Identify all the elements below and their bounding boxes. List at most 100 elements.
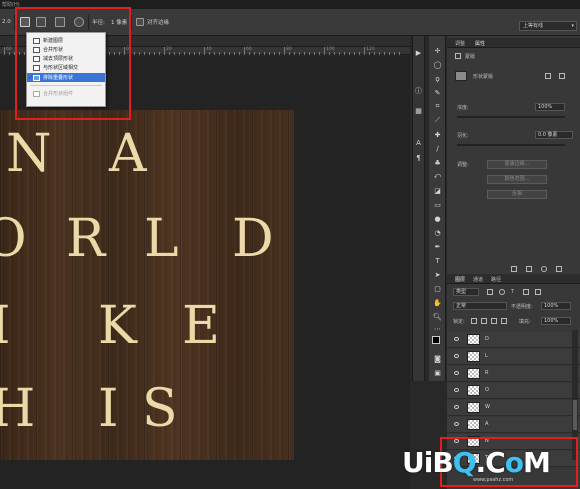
- eye-icon[interactable]: [454, 354, 459, 358]
- invert-button[interactable]: 反相: [487, 190, 547, 199]
- opacity-label: 不透明度:: [511, 304, 533, 310]
- density-input[interactable]: 100%: [535, 103, 565, 111]
- mask-thumbnail[interactable]: [455, 71, 467, 81]
- history-brush-icon[interactable]: ⤺: [433, 172, 442, 181]
- history-icon[interactable]: ▶: [414, 48, 423, 57]
- zoom-tool-icon[interactable]: 🔍︎: [433, 312, 442, 321]
- more-tools-icon[interactable]: ⋯: [433, 324, 442, 333]
- layers-scrollbar-thumb[interactable]: [573, 400, 577, 430]
- crop-tool-icon[interactable]: ⌗: [433, 102, 442, 111]
- move-tool-icon[interactable]: ✢: [433, 46, 442, 55]
- healing-tool-icon[interactable]: ✚: [433, 130, 442, 139]
- pixel-mask-icon[interactable]: [545, 73, 551, 79]
- quick-mask-icon[interactable]: ◙: [433, 354, 442, 363]
- blend-mode-select[interactable]: 正常: [453, 302, 507, 310]
- apply-mask-icon[interactable]: [526, 266, 532, 272]
- layer-row[interactable]: L: [447, 349, 580, 365]
- layer-row[interactable]: R: [447, 366, 580, 382]
- lock-all-icon[interactable]: [501, 318, 507, 324]
- stamp-tool-icon[interactable]: ♣: [433, 158, 442, 167]
- pen-tool-icon[interactable]: ✒: [433, 242, 442, 251]
- ruler-tick: [254, 52, 255, 55]
- layer-row[interactable]: A: [447, 417, 580, 433]
- brush-tool-icon[interactable]: ∕: [433, 144, 442, 153]
- menu-item-label: 合并形状: [43, 47, 64, 53]
- load-selection-icon[interactable]: [511, 266, 517, 272]
- mask-edge-button[interactable]: 蒙版边缘...: [487, 160, 547, 169]
- feather-slider[interactable]: [457, 144, 565, 146]
- info-icon[interactable]: ⓘ: [414, 86, 423, 95]
- path-operations-menu: 新建图层 合并形状 减去顶层形状 与形状区域相交 ✓ 排除重叠形状 合并形状组件: [26, 32, 106, 107]
- filter-shape-icon[interactable]: [523, 289, 529, 295]
- eye-icon[interactable]: [454, 371, 459, 375]
- marquee-tool-icon[interactable]: ◯: [433, 60, 442, 69]
- menu-item-intersect[interactable]: 与形状区域相交: [27, 63, 105, 72]
- shape-tool-icon[interactable]: ▢: [433, 284, 442, 293]
- vector-mask-icon[interactable]: [559, 73, 565, 79]
- ruler-tick: [199, 52, 200, 55]
- ruler-tick: [164, 47, 165, 55]
- chevron-down-icon: ▾: [571, 23, 574, 29]
- visibility-icon[interactable]: [541, 266, 547, 272]
- filter-type-icon[interactable]: T: [511, 289, 514, 295]
- eye-icon[interactable]: [454, 388, 459, 392]
- layer-filter-select[interactable]: 类型: [453, 288, 479, 296]
- align-edges-checkbox[interactable]: [136, 18, 144, 26]
- screen-mode-icon[interactable]: ▣: [433, 368, 442, 377]
- lock-position-icon[interactable]: [491, 318, 497, 324]
- ruler-tick: [9, 52, 10, 55]
- color-range-button[interactable]: 颜色范围...: [487, 175, 547, 184]
- character-icon[interactable]: A: [414, 138, 423, 147]
- filter-pixel-icon[interactable]: [487, 289, 493, 295]
- layers-comp-icon[interactable]: ▦: [414, 106, 423, 115]
- ruler-tick: [344, 52, 345, 55]
- layer-name: L: [485, 353, 488, 359]
- filter-adjust-icon[interactable]: [499, 289, 505, 295]
- paragraph-icon[interactable]: ¶: [414, 153, 423, 162]
- eye-icon[interactable]: [454, 422, 459, 426]
- layer-row[interactable]: D: [447, 332, 580, 348]
- foreground-color-swatch[interactable]: [432, 336, 440, 344]
- lock-transparent-icon[interactable]: [471, 318, 477, 324]
- hand-tool-icon[interactable]: ✋: [433, 298, 442, 307]
- density-slider[interactable]: [457, 116, 565, 118]
- lock-pixels-icon[interactable]: [481, 318, 487, 324]
- tab-layers[interactable]: 图层: [455, 276, 465, 283]
- layer-row[interactable]: W: [447, 400, 580, 416]
- filter-smart-icon[interactable]: [535, 289, 541, 295]
- eye-icon[interactable]: [454, 405, 459, 409]
- opacity-input[interactable]: 100%: [541, 302, 571, 310]
- tab-channels[interactable]: 通道: [473, 276, 483, 283]
- path-select-tool-icon[interactable]: ➤: [433, 270, 442, 279]
- eyedropper-tool-icon[interactable]: ⟋: [433, 116, 442, 125]
- dodge-tool-icon[interactable]: ◔: [433, 228, 442, 237]
- lasso-tool-icon[interactable]: ϙ: [433, 74, 442, 83]
- menu-item-label: 新建图层: [43, 38, 64, 44]
- canvas-area[interactable]: N A O R L D I K E H I S: [0, 56, 410, 489]
- layer-row[interactable]: O: [447, 383, 580, 399]
- menu-item-exclude[interactable]: ✓ 排除重叠形状: [27, 73, 105, 82]
- tab-paths[interactable]: 路径: [491, 276, 501, 283]
- eye-icon[interactable]: [454, 337, 459, 341]
- tab-properties[interactable]: 属性: [475, 40, 485, 47]
- fill-input[interactable]: 100%: [541, 317, 571, 325]
- feather-input[interactable]: 0.0 像素: [535, 131, 573, 139]
- document-canvas[interactable]: N A O R L D I K E H I S: [0, 110, 294, 460]
- menu-item-combine[interactable]: 合并形状: [27, 45, 105, 54]
- type-tool-icon[interactable]: T: [433, 256, 442, 265]
- tab-adjustments[interactable]: 调整: [455, 40, 465, 47]
- ruler-tick: [139, 52, 140, 55]
- menu-item-new-layer[interactable]: 新建图层: [27, 36, 105, 45]
- trash-icon[interactable]: [556, 266, 562, 272]
- layer-thumbnail: [467, 351, 480, 362]
- ruler-tick: [4, 47, 5, 55]
- workspace-select[interactable]: 上等有线 ▾: [519, 21, 577, 31]
- gradient-tool-icon[interactable]: ▭: [433, 200, 442, 209]
- ruler-tick: [149, 52, 150, 55]
- eraser-tool-icon[interactable]: ◪: [433, 186, 442, 195]
- menu-item-subtract[interactable]: 减去顶层形状: [27, 54, 105, 63]
- canvas-letter: O: [0, 209, 27, 269]
- blur-tool-icon[interactable]: ●: [433, 214, 442, 223]
- shape-mask-label: 形状蒙版: [473, 74, 494, 80]
- quick-select-tool-icon[interactable]: ✎: [433, 88, 442, 97]
